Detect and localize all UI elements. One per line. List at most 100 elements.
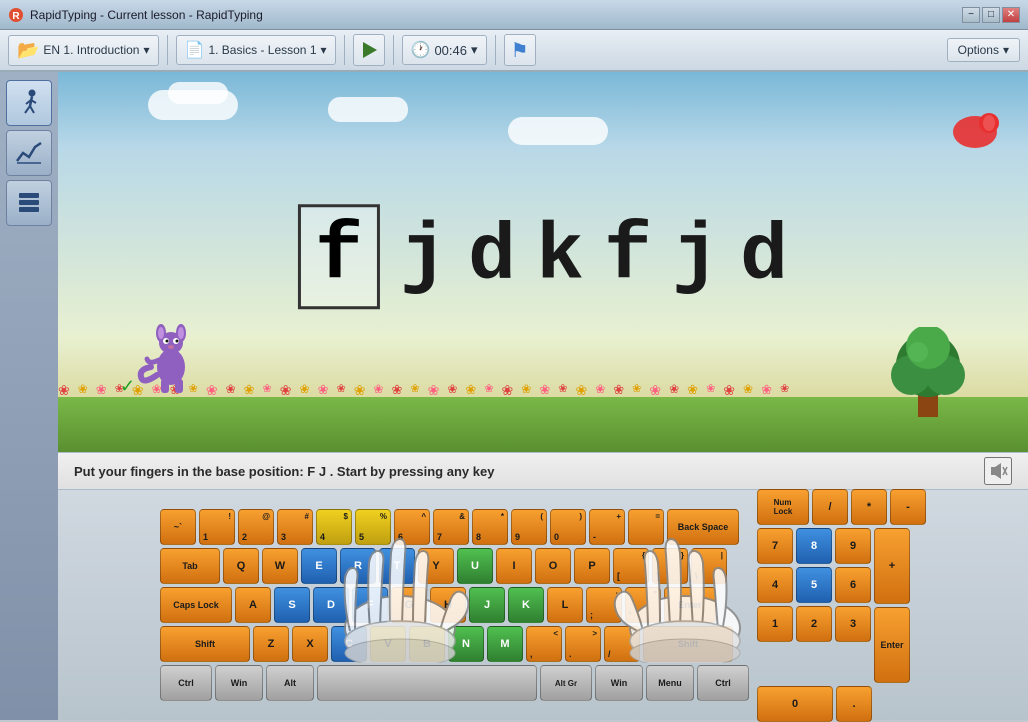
key-num-6[interactable]: 6 [835, 567, 871, 603]
key-h[interactable]: H [430, 587, 466, 623]
key-num-asterisk[interactable]: * [851, 489, 887, 525]
keyboard-main: ~` !1 @2 #3 $4 %5 ^6 &7 *8 (9 )0 +- = Ba… [160, 509, 749, 701]
key-shift-right[interactable]: Shift [643, 626, 733, 662]
key-0[interactable]: )0 [550, 509, 586, 545]
key-minus[interactable]: +- [589, 509, 625, 545]
content-area: f j d k f j d ❀ ❀ ❀ ❀ ❀ ❀ ❀ ❀ [58, 72, 1028, 720]
divider-3 [393, 35, 394, 65]
key-num-slash[interactable]: / [812, 489, 848, 525]
folder-dropdown-arrow: ▾ [143, 43, 149, 57]
key-5[interactable]: %5 [355, 509, 391, 545]
key-equals[interactable]: = [628, 509, 664, 545]
key-num-minus[interactable]: - [890, 489, 926, 525]
options-label: Options [958, 43, 999, 57]
key-quote[interactable]: "' [625, 587, 661, 623]
key-8[interactable]: *8 [472, 509, 508, 545]
key-period[interactable]: >. [565, 626, 601, 662]
key-1[interactable]: !1 [199, 509, 235, 545]
timer-value: 00:46 [434, 43, 467, 58]
key-ctrl-right[interactable]: Ctrl [697, 665, 749, 701]
key-num-5[interactable]: 5 [796, 567, 832, 603]
key-space[interactable] [317, 665, 537, 701]
key-b[interactable]: B [409, 626, 445, 662]
key-capslock[interactable]: Caps Lock [160, 587, 232, 623]
key-tab[interactable]: Tab [160, 548, 220, 584]
key-3[interactable]: #3 [277, 509, 313, 545]
maximize-button[interactable]: □ [982, 7, 1000, 23]
key-shift-left[interactable]: Shift [160, 626, 250, 662]
key-z[interactable]: Z [253, 626, 289, 662]
key-num-2[interactable]: 2 [796, 606, 832, 642]
sound-button[interactable] [984, 457, 1012, 485]
play-button[interactable] [353, 34, 385, 66]
key-g[interactable]: G [391, 587, 427, 623]
close-button[interactable]: ✕ [1002, 7, 1020, 23]
key-k[interactable]: K [508, 587, 544, 623]
key-s[interactable]: S [274, 587, 310, 623]
key-num-7[interactable]: 7 [757, 528, 793, 564]
key-num-1[interactable]: 1 [757, 606, 793, 642]
key-num-9[interactable]: 9 [835, 528, 871, 564]
key-alt-left[interactable]: Alt [266, 665, 314, 701]
key-enter[interactable]: Enter [664, 587, 716, 623]
key-lbracket[interactable]: {[ [613, 548, 649, 584]
key-win-left[interactable]: Win [215, 665, 263, 701]
key-backspace[interactable]: Back Space [667, 509, 739, 545]
lesson-item-button[interactable]: 📄 1. Basics - Lesson 1 ▾ [176, 35, 336, 65]
key-semicolon[interactable]: :; [586, 587, 622, 623]
chart-icon [15, 139, 43, 167]
key-win-right[interactable]: Win [595, 665, 643, 701]
key-comma[interactable]: <, [526, 626, 562, 662]
flag-button[interactable]: ⚑ [504, 34, 536, 66]
key-j[interactable]: J [469, 587, 505, 623]
key-i[interactable]: I [496, 548, 532, 584]
key-l[interactable]: L [547, 587, 583, 623]
timer-button[interactable]: 🕐 00:46 ▾ [402, 35, 487, 65]
key-num-3[interactable]: 3 [835, 606, 871, 642]
lesson-item-label: 1. Basics - Lesson 1 [208, 43, 316, 57]
key-m[interactable]: M [487, 626, 523, 662]
key-num-enter[interactable]: Enter [874, 607, 910, 683]
sidebar-item-courses[interactable] [6, 180, 52, 226]
key-f[interactable]: F [352, 587, 388, 623]
minimize-button[interactable]: − [962, 7, 980, 23]
key-w[interactable]: W [262, 548, 298, 584]
key-o[interactable]: O [535, 548, 571, 584]
key-2[interactable]: @2 [238, 509, 274, 545]
key-e[interactable]: E [301, 548, 337, 584]
sidebar-item-lesson[interactable] [6, 80, 52, 126]
key-n[interactable]: N [448, 626, 484, 662]
key-a[interactable]: A [235, 587, 271, 623]
key-ctrl-left[interactable]: Ctrl [160, 665, 212, 701]
key-4[interactable]: $4 [316, 509, 352, 545]
key-rbracket[interactable]: }] [652, 548, 688, 584]
key-q[interactable]: Q [223, 548, 259, 584]
key-c[interactable]: C [331, 626, 367, 662]
key-num-plus[interactable]: + [874, 528, 910, 604]
key-p[interactable]: P [574, 548, 610, 584]
options-button[interactable]: Options ▾ [947, 38, 1020, 62]
key-x[interactable]: X [292, 626, 328, 662]
key-r[interactable]: R [340, 548, 376, 584]
key-altgr[interactable]: Alt Gr [540, 665, 592, 701]
key-num-4[interactable]: 4 [757, 567, 793, 603]
key-d[interactable]: D [313, 587, 349, 623]
key-6[interactable]: ^6 [394, 509, 430, 545]
key-numlock[interactable]: NumLock [757, 489, 809, 525]
window-controls: − □ ✕ [962, 7, 1020, 23]
key-v[interactable]: V [370, 626, 406, 662]
key-num-8[interactable]: 8 [796, 528, 832, 564]
key-9[interactable]: (9 [511, 509, 547, 545]
key-menu[interactable]: Menu [646, 665, 694, 701]
key-backslash[interactable]: |\ [691, 548, 727, 584]
key-t[interactable]: T [379, 548, 415, 584]
key-u[interactable]: U [457, 548, 493, 584]
key-num-dot[interactable]: . [836, 686, 872, 722]
key-y[interactable]: Y [418, 548, 454, 584]
key-num-0[interactable]: 0 [757, 686, 833, 722]
key-backtick[interactable]: ~` [160, 509, 196, 545]
key-7[interactable]: &7 [433, 509, 469, 545]
sidebar-item-stats[interactable] [6, 130, 52, 176]
lesson-folder-button[interactable]: 📂 EN 1. Introduction ▾ [8, 35, 159, 66]
key-slash[interactable]: ?/ [604, 626, 640, 662]
